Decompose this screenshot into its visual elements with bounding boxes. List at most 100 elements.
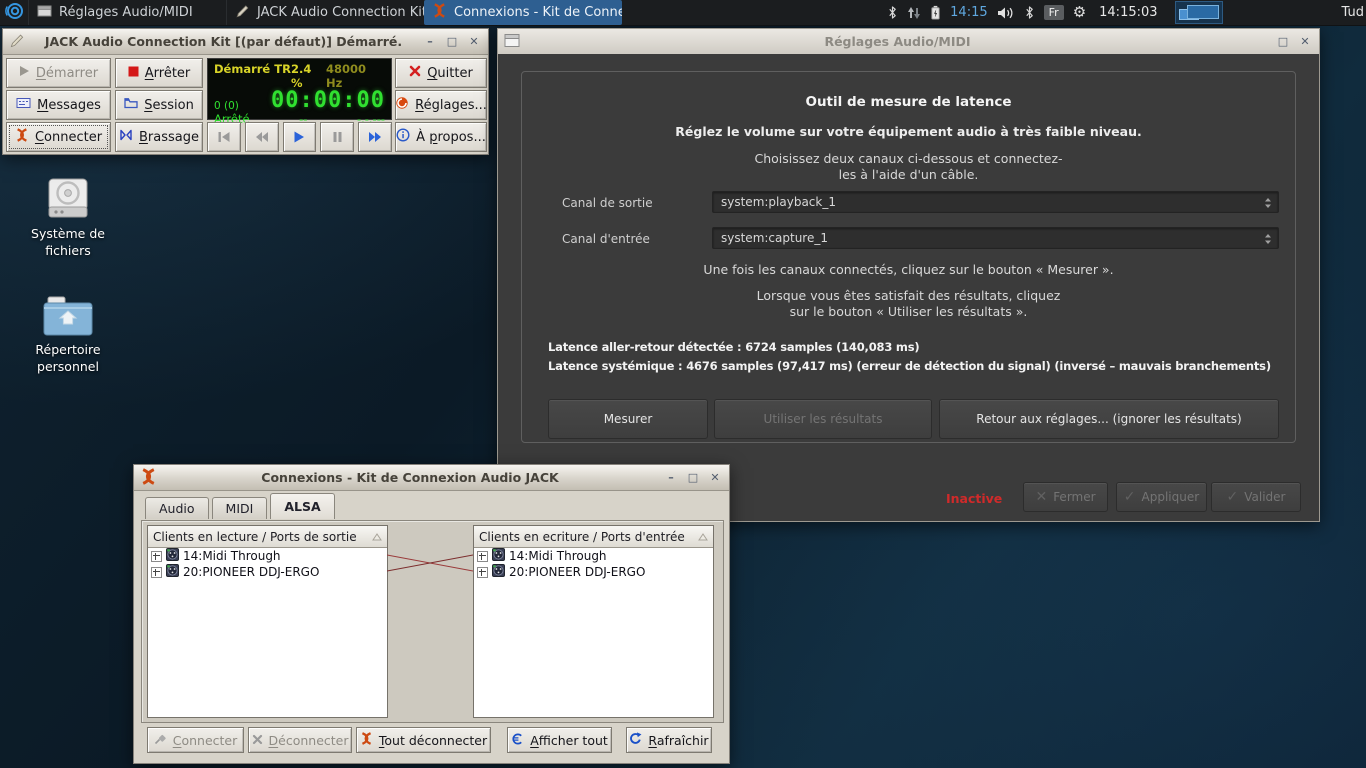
pause-button[interactable] [320,122,355,152]
window-title: Réglages Audio/MIDI [824,34,971,49]
quit-button[interactable]: Quitter [395,58,487,88]
expand-toggle[interactable] [151,566,162,578]
jack-titlebar[interactable]: JACK Audio Connection Kit [(par défaut)]… [3,29,488,55]
about-button[interactable]: À propos... [395,122,487,152]
maximize-button[interactable]: □ [1275,35,1291,48]
button-label: Messages [37,97,101,113]
stop-button[interactable]: Arrêter [115,58,203,88]
bluetooth-icon[interactable] [887,5,898,20]
minimize-button[interactable]: – [422,35,438,48]
messages-button[interactable]: Messages [6,90,111,120]
desktop-icon-label: Répertoire personnel [35,342,101,374]
latency-tool-panel: Outil de mesure de latence Réglez le vol… [521,71,1296,443]
readable-clients-header[interactable]: Clients en lecture / Ports de sortie [148,526,387,548]
taskbar-item-jack-audio-connection-kit[interactable]: JACK Audio Connection Kit... [226,0,424,25]
settings-body: Outil de mesure de latence Réglez le vol… [498,54,1319,521]
choose-note-line1: Choisissez deux canaux ci-dessous et con… [754,151,1063,166]
desktop-icon-filesystem[interactable]: Système de fichiers [22,176,114,259]
battery-charging-icon[interactable] [930,5,941,20]
workspace-thumbnail[interactable] [1186,5,1219,19]
measure-button[interactable]: Mesurer [548,399,708,439]
rewind-to-start-button[interactable] [207,122,241,152]
client-row-midi-through[interactable]: 14:Midi Through [474,548,713,564]
tab-audio[interactable]: Audio [145,497,209,519]
check-icon: ✓ [1226,489,1239,505]
window-title: JACK Audio Connection Kit [(par défaut)]… [44,34,403,49]
apply-button[interactable]: ✓ Appliquer [1116,482,1207,512]
username-label[interactable]: Tud [1342,5,1364,20]
settings-button[interactable]: Réglages... [395,90,487,120]
settings-titlebar[interactable]: Réglages Audio/MIDI □ ✕ [498,29,1319,55]
expand-toggle[interactable] [151,550,162,562]
jack-logo-icon [15,128,29,146]
tab-alsa[interactable]: ALSA [270,493,335,519]
session-button[interactable]: Session [115,90,203,120]
close-dialog-button[interactable]: ✕ Fermer [1023,482,1108,512]
play-button[interactable] [282,122,317,152]
taskbar-clock[interactable]: 14:15:03 [1099,5,1157,20]
sort-indicator-icon [698,532,708,540]
connections-titlebar[interactable]: Connexions - Kit de Connexion Audio JACK… [134,465,729,491]
close-button[interactable]: ✕ [707,471,723,484]
close-button[interactable]: ✕ [1297,35,1313,48]
expand-toggle[interactable] [477,550,488,562]
dsp-load: 2.4 % [290,62,312,90]
connect-button[interactable]: Connecter [6,122,111,152]
show-all-button[interactable]: Afficher tout [507,727,612,753]
button-label: Déconnecter [268,732,349,748]
minimize-button[interactable]: – [663,471,679,484]
jack-logo-icon [140,467,157,488]
output-channel-select[interactable]: system:playback_1 [712,191,1279,213]
workspace-switcher[interactable] [1174,1,1223,24]
client-row-pioneer-ddj-ergo[interactable]: 20:PIONEER DDJ-ERGO [474,564,713,580]
volume-icon[interactable] [997,6,1015,20]
desktop-icon-home[interactable]: Répertoire personnel [22,294,114,375]
taskbar-item-connexions[interactable]: Connexions - Kit de Conne... [424,0,622,25]
maximize-button[interactable]: □ [444,35,460,48]
stop-icon [128,66,139,81]
check-icon: ✓ [1123,489,1136,505]
spinner-arrows-icon [1265,198,1271,208]
patchbay-button[interactable]: Brassage [115,122,203,152]
refresh-button[interactable]: Rafraîchir [626,727,712,753]
jack-main-window: JACK Audio Connection Kit [(par défaut)]… [2,28,489,155]
spinner-arrows-icon [1265,234,1271,244]
tab-midi[interactable]: MIDI [211,497,268,519]
window-icon [504,33,520,51]
taskbar-item-reglages-audio-midi[interactable]: Réglages Audio/MIDI [28,0,226,25]
header-label: Clients en ecriture / Ports d'entrée [479,529,685,544]
panel-heading: Outil de mesure de latence [805,94,1012,110]
window-title: Connexions - Kit de Connexion Audio JACK [261,470,559,485]
settings-window: Réglages Audio/MIDI □ ✕ Outil de mesure … [497,28,1320,522]
network-transfer-arrows-icon[interactable] [907,6,921,20]
patchbay-icon [119,129,133,145]
button-label: Connecter [172,732,238,748]
client-row-pioneer-ddj-ergo[interactable]: 20:PIONEER DDJ-ERGO [148,564,387,580]
sort-indicator-icon [372,532,382,540]
applications-menu-button[interactable] [0,0,28,25]
expand-toggle[interactable] [477,566,488,578]
back-to-settings-button[interactable]: Retour aux réglages... (ignorer les résu… [939,399,1279,439]
maximize-button[interactable]: □ [685,471,701,484]
use-results-button[interactable]: Utiliser les résultats [714,399,932,439]
backward-button[interactable] [244,122,279,152]
keyboard-layout-badge[interactable]: Fr [1043,5,1064,20]
jack-status-display: Démarré TR 2.4 % 48000 Hz 0 (0) 00:00:00… [207,58,392,126]
tray-time-label[interactable]: 14:15 [950,5,987,20]
start-button[interactable]: Démarrer [6,58,111,88]
disconnect-all-button[interactable]: Tout déconnecter [356,727,491,753]
forward-button[interactable] [358,122,392,152]
settings-gear-icon[interactable]: ⚙ [1073,5,1086,20]
alsa-connections-panel: Clients en lecture / Ports de sortie 14:… [141,520,724,723]
disconnect-ports-button[interactable]: Déconnecter [248,727,352,753]
input-channel-select[interactable]: system:capture_1 [712,227,1279,249]
client-row-midi-through[interactable]: 14:Midi Through [148,548,387,564]
connect-ports-button[interactable]: Connecter [147,727,244,753]
ok-button[interactable]: ✓ Valider [1211,482,1301,512]
bluetooth-icon[interactable] [1024,5,1035,20]
writable-clients-header[interactable]: Clients en ecriture / Ports d'entrée [474,526,713,548]
transport-flag: TR [274,62,291,76]
close-button[interactable]: ✕ [466,35,482,48]
button-label: Rafraîchir [648,732,709,748]
midi-client-icon [166,564,179,580]
